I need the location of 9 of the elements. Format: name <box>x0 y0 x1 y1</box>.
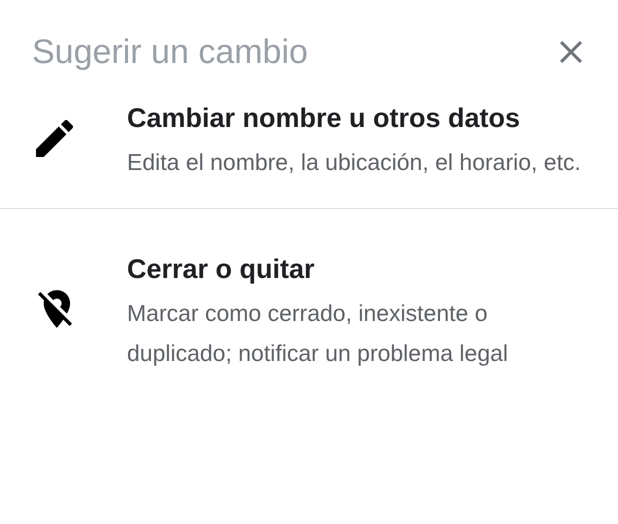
option-item[interactable]: Cambiar nombre u otros datos Edita el nombre, la ubicación, el horario, etc. <box>127 94 581 182</box>
location-off-icon <box>38 290 72 328</box>
option-description: Edita el nombre, la ubicación, el horario, etc. <box>127 148 581 177</box>
option-item[interactable]: Cerrar o quitar Marcar como cerrado, inexistente o duplicado; notificar un problema legal <box>127 245 587 373</box>
option-description: Marcar como cerrado, inexistente o duplicado; notificar un problema legal <box>127 299 510 368</box>
option-title: Cambiar nombre u otros datos <box>127 102 522 135</box>
dialog-title: Sugerir un cambio <box>32 32 308 73</box>
option-title: Cerrar o quitar <box>127 253 316 286</box>
pencil-icon <box>36 120 73 156</box>
